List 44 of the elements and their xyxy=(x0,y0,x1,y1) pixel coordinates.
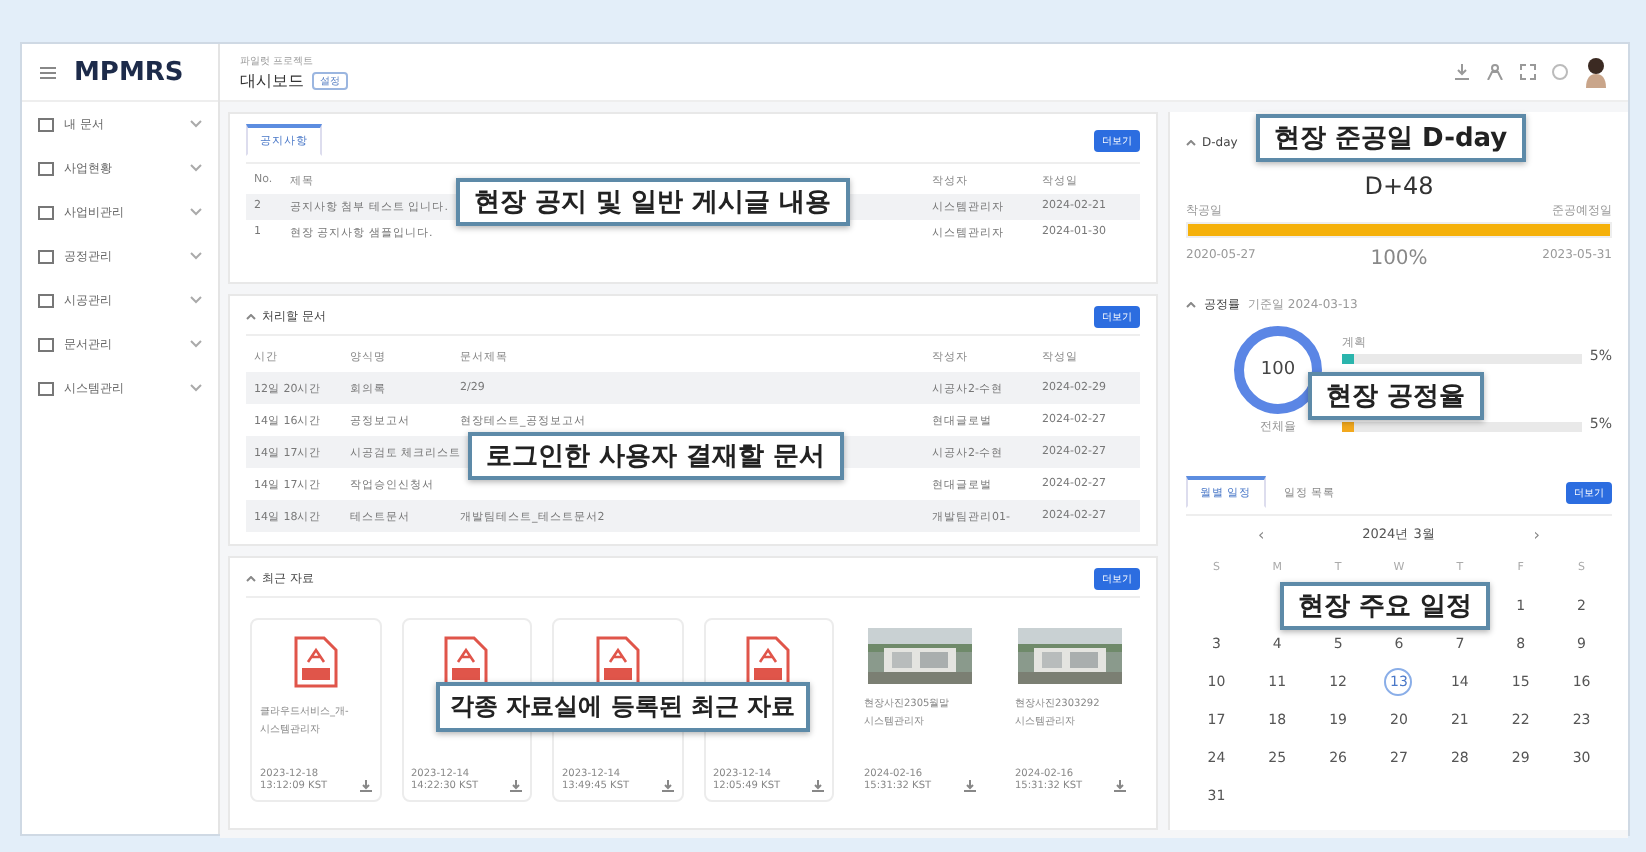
menu-item-icon xyxy=(38,117,54,131)
collapse-icon[interactable] xyxy=(1186,302,1196,308)
annotation-tooltip: 현장 공지 및 일반 게시글 내용 xyxy=(456,178,850,226)
logo: MPMRS xyxy=(74,57,184,87)
download-icon[interactable] xyxy=(1454,64,1470,80)
download-icon[interactable] xyxy=(812,780,824,792)
download-icon[interactable] xyxy=(963,780,975,792)
next-month-button[interactable]: › xyxy=(1533,526,1540,544)
pdf-file-icon xyxy=(293,636,338,688)
expand-icon[interactable] xyxy=(1520,64,1536,80)
download-icon[interactable] xyxy=(510,780,522,792)
download-icon[interactable] xyxy=(1114,780,1126,792)
pdf-file-icon xyxy=(444,636,489,688)
menu-item-icon xyxy=(38,205,54,219)
menu-item-icon xyxy=(38,249,54,263)
annotation-tooltip: 현장 공정율 xyxy=(1308,372,1484,420)
menu-item-icon xyxy=(38,337,54,351)
download-icon[interactable] xyxy=(661,780,673,792)
chevron-icon xyxy=(190,296,202,304)
menu-item-icon xyxy=(38,161,54,175)
chevron-icon xyxy=(190,120,202,128)
download-icon[interactable] xyxy=(359,780,371,792)
avatar-icon[interactable] xyxy=(1584,56,1608,88)
annotation-tooltip: 현장 준공일 D-day xyxy=(1256,114,1526,162)
menu-item-icon xyxy=(38,293,54,307)
collapse-icon[interactable] xyxy=(246,314,256,320)
menu-item-icon xyxy=(38,381,54,395)
chevron-icon xyxy=(190,208,202,216)
previous-month-button[interactable]: ‹ xyxy=(1258,526,1265,544)
annotation-tooltip: 로그인한 사용자 결재할 문서 xyxy=(468,432,844,480)
dday-value: D+48 xyxy=(1364,172,1434,200)
page-title: 대시보드 xyxy=(240,69,304,91)
collapse-icon[interactable] xyxy=(1186,140,1196,146)
chevron-icon xyxy=(190,252,202,260)
pdf-file-icon xyxy=(746,636,791,688)
percent-value: 100% xyxy=(1370,248,1428,270)
chevron-icon xyxy=(190,340,202,348)
chevron-icon xyxy=(190,384,202,392)
annotation-tooltip: 현장 주요 일정 xyxy=(1280,582,1491,630)
menu-icon[interactable] xyxy=(40,65,56,79)
chevron-icon xyxy=(190,164,202,172)
people-icon[interactable] xyxy=(1486,64,1504,80)
collapse-icon[interactable] xyxy=(246,576,256,582)
pdf-file-icon xyxy=(595,636,640,688)
